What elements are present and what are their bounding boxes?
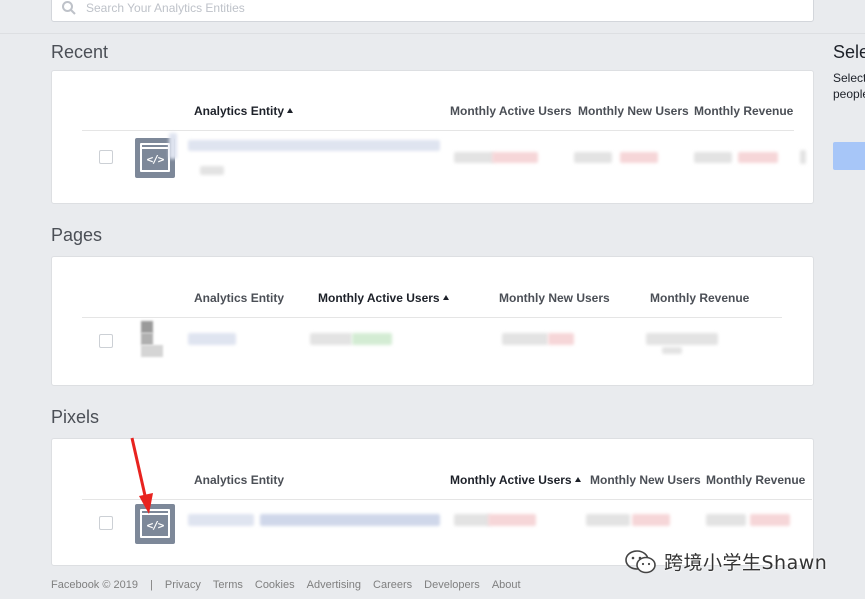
redacted-value — [488, 514, 536, 526]
col-header-monthly-new-users[interactable]: Monthly New Users — [578, 104, 689, 118]
code-app-icon: </> — [135, 504, 175, 544]
right-panel-title: Sele — [833, 42, 865, 62]
table-header-divider — [82, 130, 794, 131]
section-title-pages: Pages — [51, 225, 103, 245]
redacted-value — [310, 333, 352, 345]
col-header-monthly-revenue[interactable]: Monthly Revenue — [706, 473, 805, 487]
redacted-value — [800, 150, 806, 164]
sort-asc-icon — [287, 108, 294, 113]
footer: Facebook © 2019 | Privacy Terms Cookies … — [51, 579, 533, 591]
watermark-text: 跨境小学生Shawn — [664, 552, 828, 574]
col-header-monthly-active-users[interactable]: Monthly Active Users — [450, 473, 581, 487]
footer-copyright: Facebook © 2019 — [51, 579, 138, 591]
redacted-value — [632, 514, 670, 526]
right-panel-description: Select people — [833, 71, 865, 101]
col-header-analytics-entity[interactable]: Analytics Entity — [194, 291, 284, 305]
redacted-value — [454, 514, 490, 526]
col-header-monthly-active-users[interactable]: Monthly Active Users — [450, 104, 572, 118]
sort-asc-icon — [442, 295, 449, 300]
table-header-divider — [82, 317, 782, 318]
redacted-value — [646, 333, 718, 345]
redacted-value — [502, 333, 548, 345]
col-header-analytics-entity[interactable]: Analytics Entity — [194, 473, 284, 487]
redacted-value — [548, 333, 574, 345]
redacted-value — [492, 152, 538, 163]
footer-link-advertising[interactable]: Advertising — [307, 579, 361, 591]
footer-link-about[interactable]: About — [492, 579, 521, 591]
redacted-thumb — [169, 133, 177, 159]
row-checkbox[interactable] — [99, 150, 113, 164]
redacted-value — [694, 152, 732, 163]
recent-card: Analytics Entity Monthly Active Users Mo… — [51, 70, 814, 204]
header-divider — [0, 33, 865, 34]
redacted-value — [738, 152, 778, 163]
redacted-entity-name — [260, 514, 440, 526]
footer-link-terms[interactable]: Terms — [213, 579, 243, 591]
redacted-value — [454, 152, 494, 163]
footer-divider: | — [150, 579, 153, 591]
section-title-pixels: Pixels — [51, 407, 100, 427]
search-icon — [62, 1, 76, 15]
wechat-icon — [625, 549, 656, 573]
col-header-monthly-active-users[interactable]: Monthly Active Users — [318, 291, 449, 305]
col-header-analytics-entity[interactable]: Analytics Entity — [194, 104, 294, 118]
redacted-entity-name — [188, 514, 254, 526]
section-title-recent: Recent — [51, 42, 109, 62]
search-bar[interactable] — [51, 0, 814, 22]
footer-link-privacy[interactable]: Privacy — [165, 579, 201, 591]
redacted-entity-name — [188, 140, 440, 151]
col-header-monthly-revenue[interactable]: Monthly Revenue — [694, 104, 793, 118]
right-panel-button[interactable] — [833, 142, 865, 170]
redacted-entity-name — [188, 333, 236, 345]
footer-link-careers[interactable]: Careers — [373, 579, 412, 591]
redacted-value — [574, 152, 612, 163]
col-header-monthly-new-users[interactable]: Monthly New Users — [590, 473, 701, 487]
redacted-value — [662, 347, 682, 354]
col-header-monthly-revenue[interactable]: Monthly Revenue — [650, 291, 749, 305]
redacted-value — [706, 514, 746, 526]
watermark: 跨境小学生Shawn — [624, 548, 827, 575]
redacted-value — [352, 333, 392, 345]
footer-link-developers[interactable]: Developers — [424, 579, 480, 591]
search-input[interactable] — [86, 1, 813, 15]
redacted-value — [586, 514, 630, 526]
page-avatar — [141, 321, 163, 357]
col-header-monthly-new-users[interactable]: Monthly New Users — [499, 291, 610, 305]
sort-asc-icon — [574, 477, 581, 482]
redacted-value — [750, 514, 790, 526]
row-checkbox[interactable] — [99, 516, 113, 530]
redacted-entity-id — [200, 166, 224, 175]
pixels-card: Analytics Entity Monthly Active Users Mo… — [51, 438, 814, 566]
footer-link-cookies[interactable]: Cookies — [255, 579, 295, 591]
row-checkbox[interactable] — [99, 334, 113, 348]
redacted-value — [620, 152, 658, 163]
table-header-divider — [82, 499, 812, 500]
pages-card: Analytics Entity Monthly Active Users Mo… — [51, 256, 814, 386]
